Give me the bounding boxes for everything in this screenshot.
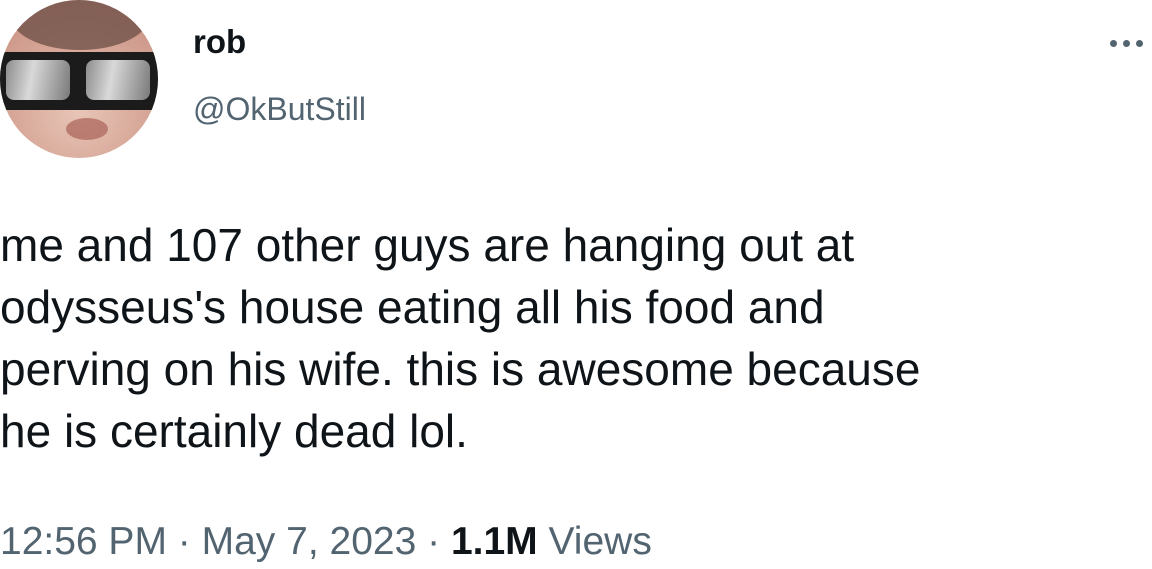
avatar-mouth xyxy=(66,118,108,140)
views-count[interactable]: 1.1M xyxy=(451,520,538,563)
user-handle[interactable]: @OkButStill xyxy=(193,90,366,128)
avatar-sunglasses xyxy=(0,52,158,110)
views-label: Views xyxy=(548,520,652,563)
avatar[interactable] xyxy=(0,0,158,158)
tweet-meta: 12:56 PM · May 7, 2023 · 1.1M Views xyxy=(0,518,652,566)
tweet-text-line: odysseus's house eating all his food and xyxy=(0,281,825,333)
avatar-lens-right xyxy=(86,60,150,100)
avatar-lens-left xyxy=(6,60,70,100)
tweet-date[interactable]: May 7, 2023 xyxy=(202,520,417,563)
more-options-icon xyxy=(1110,40,1117,47)
tweet-card: rob @OkButStill me and 107 other guys ar… xyxy=(0,0,1152,569)
tweet-time[interactable]: 12:56 PM xyxy=(0,520,167,563)
more-options-icon-dot xyxy=(1123,40,1130,47)
more-options-button[interactable] xyxy=(1104,28,1148,58)
tweet-text-line: perving on his wife. this is awesome bec… xyxy=(0,343,921,395)
meta-separator: · xyxy=(177,520,191,563)
more-options-icon-dot xyxy=(1136,40,1143,47)
avatar-hair xyxy=(10,0,150,50)
display-name[interactable]: rob xyxy=(193,22,246,62)
meta-separator: · xyxy=(427,520,441,563)
tweet-text-line: me and 107 other guys are hanging out at xyxy=(0,219,855,271)
tweet-text-line: he is certainly dead lol. xyxy=(0,405,468,457)
tweet-text: me and 107 other guys are hanging out at… xyxy=(0,214,1140,462)
